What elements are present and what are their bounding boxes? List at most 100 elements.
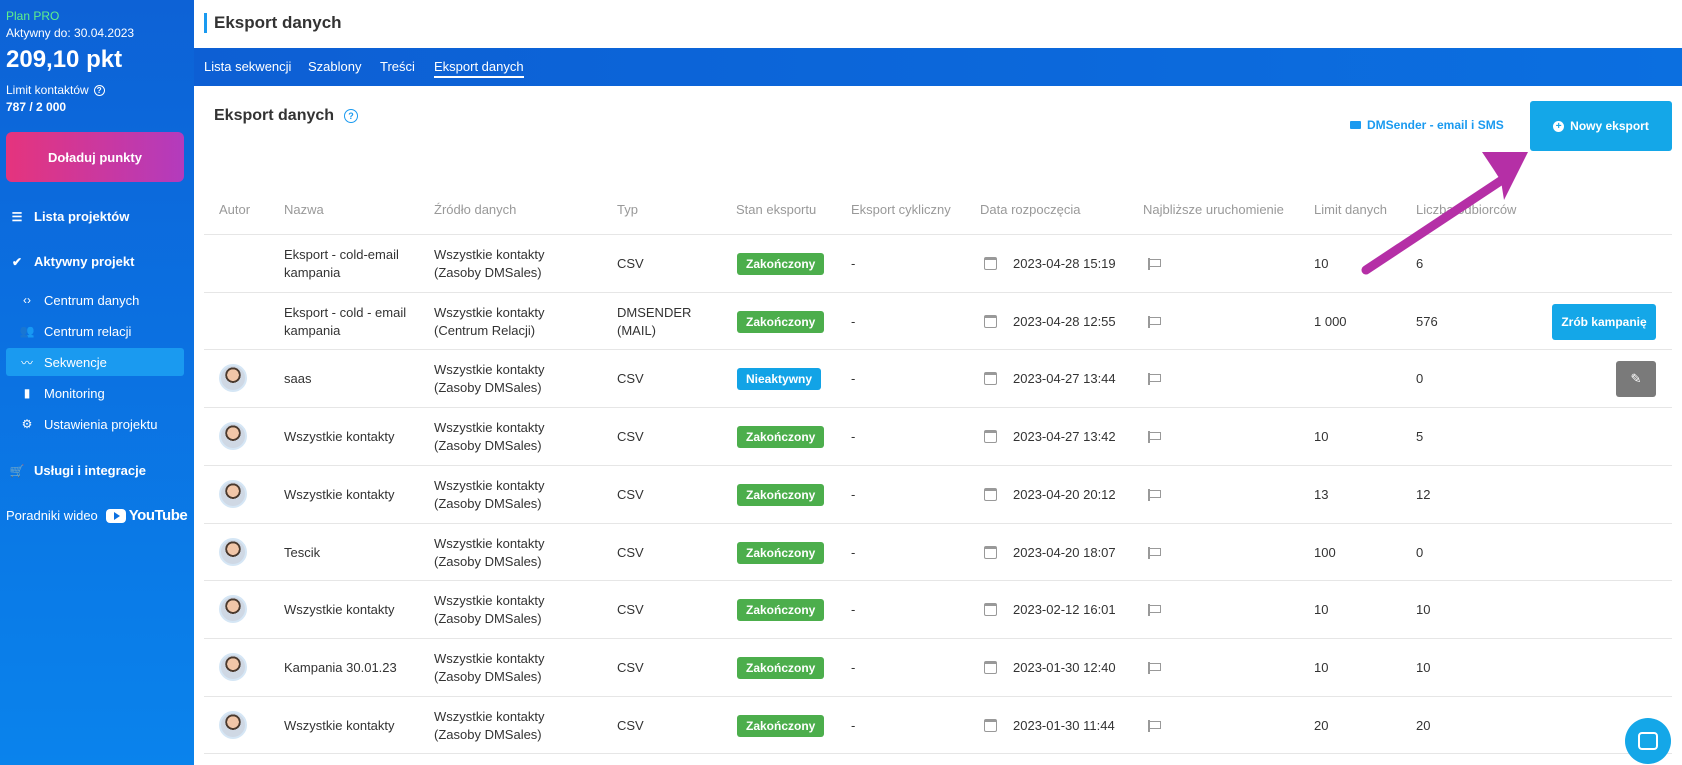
table-row[interactable]: Wszystkie kontakty Wszystkie kontakty (Za… <box>204 696 1672 754</box>
export-type: CSV <box>617 487 644 502</box>
col-header-author: Autor <box>219 202 251 217</box>
dmsender-link[interactable]: DMSender - email i SMS <box>1350 118 1504 132</box>
status-badge: Zakończony <box>737 715 825 737</box>
sidebar-item-label: Lista projektów <box>34 209 130 224</box>
table-row[interactable]: Wszystkie kontakty Wszystkie kontakty (Za… <box>204 580 1672 638</box>
cyclic-export: - <box>851 371 856 386</box>
help-icon[interactable]: ? <box>93 84 105 96</box>
col-header-name: Nazwa <box>284 202 324 217</box>
author-avatar <box>219 364 247 392</box>
video-guides[interactable]: Poradniki wideo YouTube <box>6 507 188 524</box>
table-row[interactable]: Eksport - cold-email kampania Wszystkie k… <box>204 234 1672 292</box>
page-title: Eksport danych <box>214 13 342 32</box>
chat-widget-button[interactable] <box>1625 718 1671 764</box>
data-source: Wszystkie kontakty (Zasoby DMSales) <box>434 362 545 395</box>
data-source: Wszystkie kontakty (Centrum Relacji) <box>434 305 545 338</box>
flag-icon <box>1148 604 1162 616</box>
sidebar-item-label: Ustawienia projektu <box>44 416 158 432</box>
data-source: Wszystkie kontakty (Zasoby DMSales) <box>434 536 545 569</box>
export-name: Tescik <box>284 545 321 560</box>
data-limit: 10 <box>1314 602 1329 617</box>
youtube-play-icon <box>105 508 126 523</box>
status-badge: Zakończony <box>737 253 825 275</box>
edit-button[interactable]: ✎ <box>1616 361 1656 397</box>
status-badge: Zakończony <box>737 542 825 564</box>
table-row[interactable]: Eksport - cold - email kampania Wszystkie… <box>204 292 1672 350</box>
data-limit: 100 <box>1314 545 1336 560</box>
calendar-icon <box>984 257 997 270</box>
pencil-icon: ✎ <box>1630 371 1642 386</box>
author-avatar <box>219 711 247 739</box>
sidebar-item-project-list[interactable]: ☰ Lista projektów <box>10 209 130 224</box>
sidebar-item-active-project[interactable]: ✔ Aktywny projekt <box>10 254 134 269</box>
cyclic-export: - <box>851 718 856 733</box>
status-badge: Zakończony <box>737 311 825 333</box>
author-avatar <box>219 538 247 566</box>
envelope-icon <box>1350 121 1361 129</box>
users-icon: 👥 <box>19 324 35 338</box>
status-badge: Nieaktywny <box>737 368 822 390</box>
sidebar-item-relations-center[interactable]: 👥 Centrum relacji <box>6 317 184 345</box>
export-type: CSV <box>617 545 644 560</box>
recipients-count: 6 <box>1416 256 1424 271</box>
table-row[interactable]: Wszystkie kontakty Wszystkie kontakty (Za… <box>204 407 1672 465</box>
recipients-count: 10 <box>1416 602 1431 617</box>
table-row[interactable]: Wszystkie kontakty Wszystkie kontakty (Za… <box>204 465 1672 523</box>
sidebar-item-services[interactable]: 🛒 Usługi i integracje <box>10 463 146 478</box>
export-type: CSV <box>617 371 644 386</box>
points-balance: 209,10 pkt <box>6 46 123 73</box>
start-date: 2023-04-20 18:07 <box>1013 545 1116 560</box>
chat-icon <box>1638 732 1658 750</box>
cart-icon: 🛒 <box>9 463 25 478</box>
start-date: 2023-02-12 16:01 <box>1013 602 1116 617</box>
recipients-count: 12 <box>1416 487 1431 502</box>
calendar-icon <box>984 372 997 385</box>
page-header: Eksport danych <box>194 0 1682 48</box>
sidebar-item-sequences[interactable]: 〰 Sekwencje <box>6 348 184 376</box>
data-limit: 10 <box>1314 429 1329 444</box>
export-name: Wszystkie kontakty <box>284 602 395 617</box>
tab-contents[interactable]: Treści <box>380 59 415 74</box>
recipients-count: 20 <box>1416 718 1431 733</box>
sidebar-item-project-settings[interactable]: ⚙ Ustawienia projektu <box>6 410 184 438</box>
cyclic-export: - <box>851 545 856 560</box>
data-source: Wszystkie kontakty (Zasoby DMSales) <box>434 709 545 742</box>
export-type: CSV <box>617 718 644 733</box>
tab-sequence-list[interactable]: Lista sekwencji <box>204 59 291 74</box>
sidebar-item-monitoring[interactable]: ▮ Monitoring <box>6 379 184 407</box>
table-row[interactable]: Kampania 30.01.23 Wszystkie kontakty (Zas… <box>204 638 1672 696</box>
topup-points-button[interactable]: Doładuj punkty <box>6 132 184 182</box>
start-date: 2023-01-30 11:44 <box>1013 718 1115 733</box>
make-campaign-button[interactable]: Zrób kampanię <box>1552 304 1656 340</box>
author-avatar <box>219 595 247 623</box>
data-source: Wszystkie kontakty (Zasoby DMSales) <box>434 593 545 626</box>
start-date: 2023-04-20 20:12 <box>1013 487 1116 502</box>
export-type: CSV <box>617 256 644 271</box>
help-icon[interactable]: ? <box>344 109 359 123</box>
new-export-button[interactable]: + Nowy eksport <box>1530 101 1672 151</box>
calendar-icon <box>984 661 997 674</box>
start-date: 2023-04-27 13:44 <box>1013 371 1116 386</box>
tab-templates[interactable]: Szablony <box>308 59 361 74</box>
author-avatar <box>219 480 247 508</box>
recipients-count: 0 <box>1416 371 1424 386</box>
flag-icon <box>1148 258 1162 270</box>
export-type: CSV <box>617 429 644 444</box>
status-badge: Zakończony <box>737 426 825 448</box>
check-icon: ✔ <box>11 254 23 269</box>
table-row[interactable]: Tescik Wszystkie kontakty (Zasoby DMSales… <box>204 523 1672 581</box>
code-arrows-icon: ‹› <box>23 293 31 307</box>
col-header-source: Źródło danych <box>434 202 517 217</box>
flag-icon <box>1148 547 1162 559</box>
table-row[interactable]: saas Wszystkie kontakty (Zasoby DMSales) C… <box>204 349 1672 407</box>
status-badge: Zakończony <box>737 484 825 506</box>
export-name: Kampania 30.01.23 <box>284 660 397 675</box>
plan-label: Plan PRO <box>6 9 60 23</box>
cyclic-export: - <box>851 660 856 675</box>
contact-limit-text: Limit kontaktów <box>6 83 89 97</box>
tab-data-export[interactable]: Eksport danych <box>434 59 524 78</box>
tab-bar: Lista sekwencji Szablony Treści Eksport … <box>194 48 1682 86</box>
data-limit: 13 <box>1314 487 1329 502</box>
youtube-logo[interactable]: YouTube <box>105 507 188 524</box>
sidebar-item-data-center[interactable]: ‹› Centrum danych <box>6 286 184 314</box>
